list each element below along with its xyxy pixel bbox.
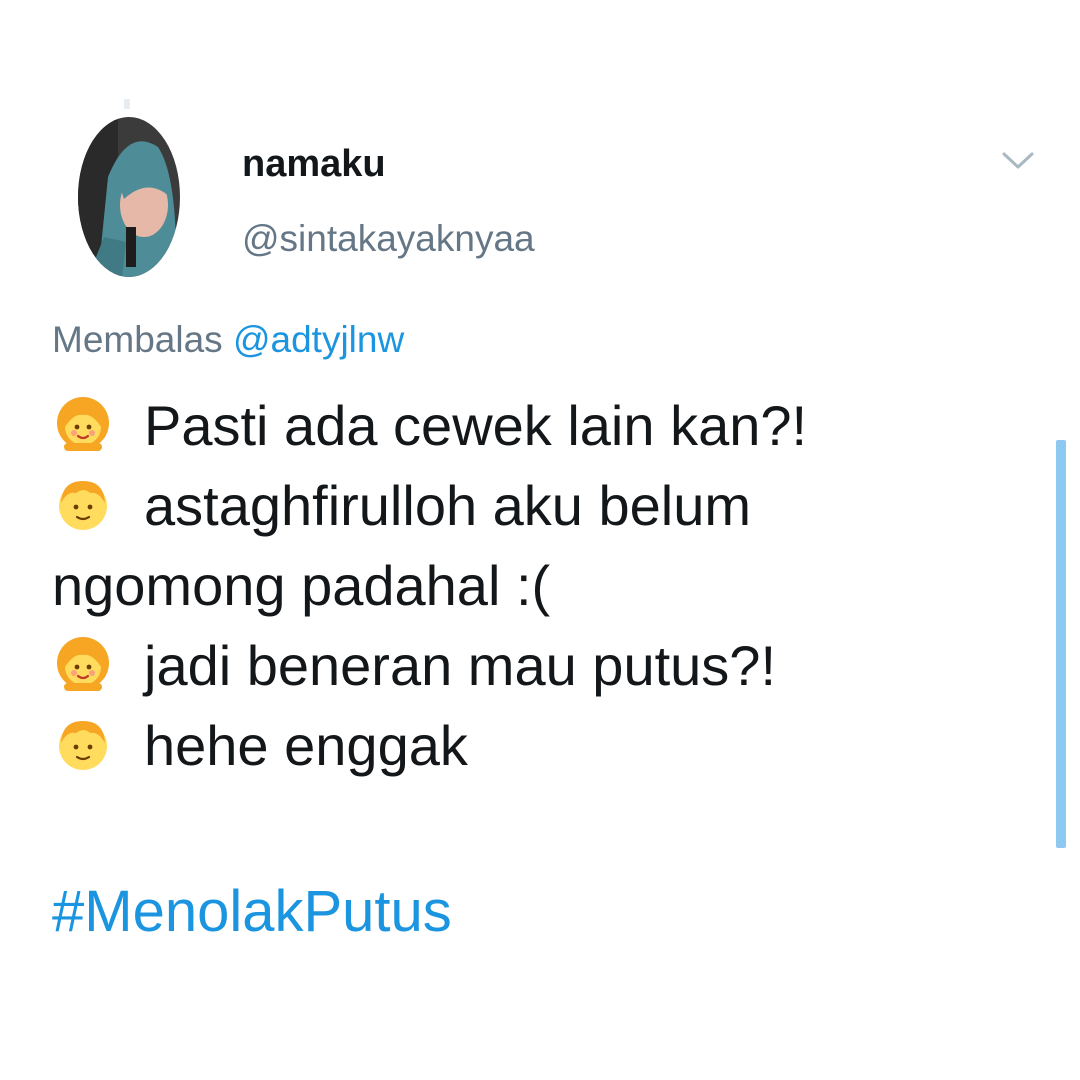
tweet-line: ngomong padahal :( [52,546,952,626]
user-handle[interactable]: @sintakayaknyaa [242,218,535,260]
display-name[interactable]: namaku [242,143,386,186]
top-divider-mark [124,99,130,109]
chevron-down-icon[interactable] [1000,145,1036,175]
tweet-line: hehe enggak [52,706,952,786]
girl-emoji-icon [52,633,114,695]
avatar[interactable] [78,117,180,277]
tweet-line: Pasti ada cewek lain kan?! [52,386,952,466]
hashtag-link[interactable]: #MenolakPutus [52,878,452,945]
tweet-line-text: jadi beneran mau putus?! [144,634,776,697]
tweet-text: Pasti ada cewek lain kan?! astaghfirullo… [52,386,952,786]
tweet-line-text: hehe enggak [144,714,468,777]
boy-emoji-icon [52,713,114,775]
scrollbar-thumb[interactable] [1056,440,1066,848]
tweet-line-text: Pasti ada cewek lain kan?! [144,394,808,457]
tweet-line: jadi beneran mau putus?! [52,626,952,706]
tweet-line-text: astaghfirulloh aku belum [144,474,752,537]
reply-prefix: Membalas [52,319,223,360]
tweet-line-text: ngomong padahal :( [52,554,551,617]
reply-mention-link[interactable]: @adtyjlnw [233,319,404,360]
boy-emoji-icon [52,473,114,535]
girl-emoji-icon [52,393,114,455]
tweet-line: astaghfirulloh aku belum [52,466,952,546]
reply-context: Membalas @adtyjlnw [52,319,404,361]
avatar-photo [78,117,180,277]
